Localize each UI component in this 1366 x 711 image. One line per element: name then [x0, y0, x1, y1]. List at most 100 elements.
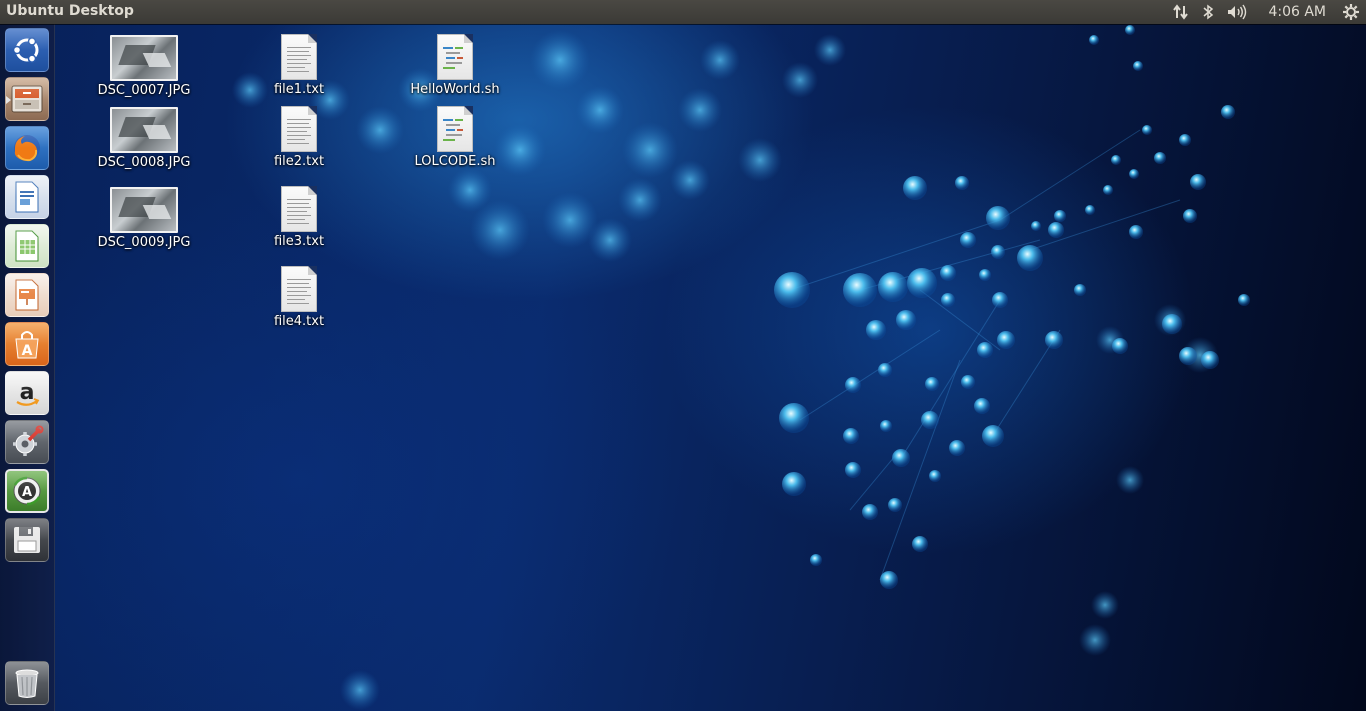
desktop-icon-label: DSC_0008.JPG	[97, 155, 191, 170]
water-droplet	[880, 420, 892, 432]
bokeh-blob	[814, 34, 846, 66]
water-droplet	[1085, 205, 1095, 215]
water-droplet	[982, 425, 1004, 447]
water-droplet	[1133, 61, 1143, 71]
libreoffice-writer-button[interactable]	[5, 175, 49, 219]
desktop-icon-helloworld-sh[interactable]: HelloWorld.sh	[400, 34, 510, 97]
system-settings-button[interactable]	[5, 420, 49, 464]
desktop-icon-label: DSC_0009.JPG	[97, 235, 191, 250]
water-droplet	[1031, 221, 1041, 231]
running-indicator	[6, 96, 11, 104]
bokeh-blob	[356, 106, 404, 154]
water-droplet	[878, 272, 908, 302]
shopping-bag-icon: A	[15, 331, 39, 359]
water-droplet	[955, 176, 969, 190]
files-button[interactable]	[5, 77, 49, 121]
ubuntu-software-center-button[interactable]: A	[5, 322, 49, 366]
svg-text:A: A	[22, 485, 32, 500]
water-droplet	[1129, 225, 1143, 239]
water-droplet	[892, 449, 910, 467]
water-droplets-graphic	[232, 25, 1250, 710]
water-droplet	[949, 440, 965, 456]
water-droplet	[1201, 351, 1219, 369]
water-droplet	[880, 571, 898, 589]
image-thumbnail-icon	[110, 187, 178, 233]
water-droplet	[1089, 35, 1099, 45]
water-droplet	[1045, 331, 1063, 349]
script-file-icon	[437, 34, 473, 80]
bokeh-blob	[1116, 466, 1144, 494]
clock[interactable]: 4:06 AM	[1254, 0, 1336, 24]
bokeh-blob	[1079, 624, 1111, 656]
desktop-icon-dsc-0008[interactable]: DSC_0008.JPG	[89, 107, 199, 170]
bokeh-blob	[670, 160, 710, 200]
desktop-icon-dsc-0009[interactable]: DSC_0009.JPG	[89, 187, 199, 250]
calc-spreadsheet-icon	[15, 230, 39, 262]
launcher: A a A	[0, 24, 55, 711]
desktop-icon-label: LOLCODE.sh	[414, 154, 496, 169]
text-file-icon	[281, 266, 317, 312]
firefox-button[interactable]	[5, 126, 49, 170]
water-droplet	[810, 554, 822, 566]
top-panel: Ubuntu Desktop 4:06 AM	[0, 0, 1366, 24]
water-droplet	[1048, 222, 1064, 238]
desktop-icon-label: file1.txt	[273, 82, 325, 97]
web-strand	[799, 329, 941, 421]
desktop-icon-file1[interactable]: file1.txt	[244, 34, 354, 97]
running-indicator	[5, 487, 7, 495]
amazon-icon: a	[16, 380, 40, 406]
water-droplet	[1129, 169, 1139, 179]
bokeh-blob	[576, 86, 624, 134]
water-droplet	[845, 462, 861, 478]
desktop-icon-file3[interactable]: file3.txt	[244, 186, 354, 249]
desktop-icon-label: file3.txt	[273, 234, 325, 249]
water-droplet	[1162, 314, 1182, 334]
water-droplet	[1017, 245, 1043, 271]
amazon-button[interactable]: a	[5, 371, 49, 415]
water-droplet	[843, 273, 877, 307]
bokeh-blob	[618, 178, 662, 222]
water-droplet	[974, 398, 990, 414]
session-gear-icon[interactable]	[1336, 0, 1366, 24]
bokeh-blob	[340, 670, 380, 710]
desktop-icon-label: HelloWorld.sh	[410, 82, 500, 97]
indicator-area: 4:06 AM	[1166, 0, 1366, 24]
water-droplet	[782, 472, 806, 496]
desktop-icon-dsc-0007[interactable]: DSC_0007.JPG	[89, 35, 199, 98]
water-droplet	[1190, 174, 1206, 190]
water-droplet	[961, 375, 975, 389]
water-droplet	[1179, 134, 1191, 146]
libreoffice-impress-button[interactable]	[5, 273, 49, 317]
software-updater-button[interactable]: A	[5, 469, 49, 513]
dash-home-button[interactable]	[5, 28, 49, 72]
water-droplet	[992, 292, 1008, 308]
water-droplet	[1221, 105, 1235, 119]
bokeh-blob	[700, 40, 740, 80]
water-droplet	[1074, 284, 1086, 296]
bokeh-blob	[678, 88, 722, 132]
bokeh-blob	[738, 138, 782, 182]
water-droplet	[907, 268, 937, 298]
water-droplet	[1238, 294, 1250, 306]
desktop-icon-label: file4.txt	[273, 314, 325, 329]
bluetooth-icon[interactable]	[1196, 0, 1220, 24]
desktop-wallpaper	[0, 0, 1366, 711]
water-droplet	[1103, 185, 1113, 195]
save-disk-button[interactable]	[5, 518, 49, 562]
water-droplet	[960, 232, 976, 248]
floppy-disk-icon	[14, 527, 40, 553]
libreoffice-calc-button[interactable]	[5, 224, 49, 268]
desktop-icon-lolcode-sh[interactable]: LOLCODE.sh	[400, 106, 510, 169]
volume-icon[interactable]	[1220, 0, 1254, 24]
water-droplet	[866, 320, 886, 340]
bokeh-blob	[782, 62, 818, 98]
desktop-icon-file2[interactable]: file2.txt	[244, 106, 354, 169]
desktop-icon-file4[interactable]: file4.txt	[244, 266, 354, 329]
impress-presentation-icon	[15, 279, 39, 311]
trash-icon	[15, 669, 39, 698]
bokeh-blob	[622, 122, 678, 178]
svg-text:a: a	[20, 380, 35, 405]
network-icon[interactable]	[1166, 0, 1196, 24]
desktop-icon-label: DSC_0007.JPG	[97, 83, 191, 98]
trash-button[interactable]	[5, 661, 49, 705]
